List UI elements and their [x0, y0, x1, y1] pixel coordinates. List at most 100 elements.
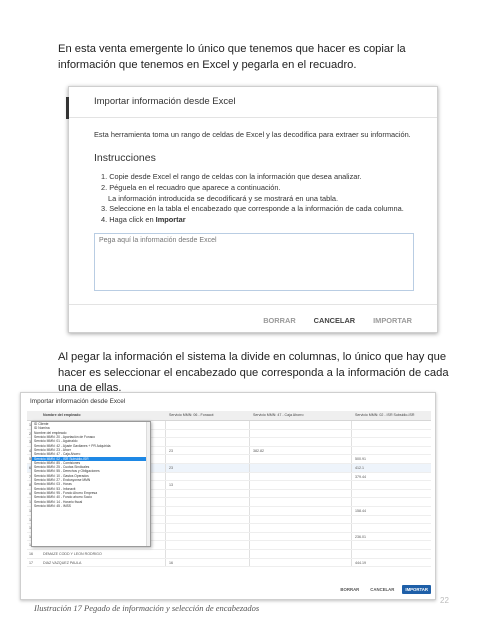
row-number: 17: [29, 560, 33, 565]
instructions-heading: Instrucciones: [94, 152, 156, 164]
table-cell: 16: [169, 560, 173, 565]
dialog-actions: BORRAR CANCELAR IMPORTAR: [258, 313, 417, 328]
column-separator: [249, 481, 250, 489]
column-separator: [165, 558, 166, 567]
column-separator: [351, 421, 352, 429]
header-dropdown-list[interactable]: ID Cliente ID Nomina Nombre del empleado Se…: [31, 421, 151, 547]
column-separator: [351, 429, 352, 438]
footer-divider: [69, 304, 437, 305]
table-row: 17 DIAZ VAZQUEZ PAULA 16 444.19: [27, 558, 431, 568]
column-separator: [249, 472, 250, 481]
column-separator: [165, 438, 166, 446]
step-4: 4. Haga click en Importar: [101, 215, 404, 226]
column-separator: [249, 438, 250, 446]
header-select-col2[interactable]: Servicio MMN: 06 - Fonacot: [169, 413, 214, 417]
column-separator: [351, 463, 352, 472]
table-cell: DIAZ VAZQUEZ PAULA: [43, 560, 82, 565]
row-number: 16: [29, 551, 33, 556]
import-button[interactable]: IMPORTAR: [402, 585, 431, 594]
dialog-title: Importar información desde Excel: [94, 96, 236, 107]
table-cell: 379.44: [355, 474, 366, 479]
dialog-intro-text: Esta herramienta toma un rango de celdas…: [94, 130, 411, 139]
column-separator: [249, 524, 250, 532]
clear-button[interactable]: BORRAR: [258, 313, 300, 328]
import-button[interactable]: IMPORTAR: [368, 313, 417, 328]
column-separator: [165, 446, 166, 455]
column-separator: [165, 549, 166, 558]
table-cell: 13: [169, 483, 173, 488]
table-cell: 23: [169, 448, 173, 453]
column-separator: [351, 446, 352, 455]
dialog-actions: BORRAR CANCELAR IMPORTAR: [337, 585, 431, 594]
header-select-col1[interactable]: Nombre del empleado: [43, 413, 81, 417]
column-separator: [165, 472, 166, 481]
column-separator: [165, 506, 166, 515]
header-select-col3[interactable]: Servicio MMN: 47 - Caja Ahorro: [253, 413, 304, 417]
step-3: 3. Seleccione en la tabla el encabezado …: [101, 204, 404, 214]
table-cell: 382.82: [253, 448, 264, 453]
column-separator: [351, 455, 352, 463]
explanation-paragraph: Al pegar la información el sistema la di…: [58, 351, 449, 394]
column-separator: [351, 541, 352, 549]
column-separator: [249, 515, 250, 524]
figure-caption: Ilustración 17 Pegado de información y s…: [34, 603, 260, 613]
step-2: 2. Péguela en el recuadro que aparece a …: [101, 182, 281, 192]
column-separator: [165, 481, 166, 489]
column-separator: [351, 498, 352, 506]
column-separator: [165, 532, 166, 541]
column-separator: [249, 455, 250, 463]
column-separator: [249, 532, 250, 541]
column-separator: [351, 515, 352, 524]
dropdown-scrollbar[interactable]: [146, 422, 150, 546]
table-cell: 444.19: [355, 560, 366, 565]
column-separator: [249, 463, 250, 472]
step-4-bold: Importar: [155, 215, 186, 225]
step-2-note: La información introducida se decodifica…: [108, 193, 339, 203]
column-separator: [165, 421, 166, 429]
column-separator: [165, 498, 166, 506]
table-cell: 236.01: [355, 534, 366, 539]
clear-button[interactable]: BORRAR: [337, 585, 362, 594]
cancel-button[interactable]: CANCELAR: [367, 585, 397, 594]
import-table-screenshot: Importar información desde Excel Nombre …: [20, 392, 436, 600]
column-separator: [165, 489, 166, 498]
table-row: 16 DEMAZE CODD Y LEON RODRIGO: [27, 549, 431, 559]
column-separator: [249, 429, 250, 438]
column-separator: [249, 506, 250, 515]
column-separator: [249, 421, 250, 429]
dialog-edge-marker: [66, 97, 69, 119]
table-cell: DEMAZE CODD Y LEON RODRIGO: [43, 551, 102, 556]
column-separator: [249, 489, 250, 498]
column-separator: [165, 429, 166, 438]
cancel-button[interactable]: CANCELAR: [309, 313, 360, 328]
title-divider: [69, 117, 437, 118]
column-separator: [249, 558, 250, 567]
dialog-title: Importar información desde Excel: [30, 398, 126, 405]
import-dialog-screenshot: Importar información desde Excel Esta he…: [66, 86, 438, 333]
dropdown-option[interactable]: Servicio MMN: 45 - IMSS: [32, 504, 150, 508]
column-separator: [351, 532, 352, 541]
column-separator: [165, 463, 166, 472]
column-separator: [165, 455, 166, 463]
column-separator: [351, 481, 352, 489]
table-cell: 158.44: [355, 508, 366, 513]
column-separator: [249, 498, 250, 506]
instructions-list: 1. Copie desde Excel el rango de celdas …: [101, 172, 404, 226]
page-number: 22: [440, 596, 449, 605]
paste-textarea[interactable]: [94, 233, 414, 291]
intro-paragraph: En esta venta emergente lo único que ten…: [58, 43, 406, 71]
column-separator: [165, 524, 166, 532]
step-4-text: 4. Haga click en: [101, 215, 156, 225]
column-separator: [249, 446, 250, 455]
header-select-col4[interactable]: Servicio MMN: 02 - ISR Subsidio-ISR: [355, 413, 415, 417]
column-separator: [165, 515, 166, 524]
column-separator: [351, 489, 352, 498]
column-separator: [351, 506, 352, 515]
column-separator: [351, 558, 352, 567]
table-header: Nombre del empleado Servicio MMN: 06 - F…: [27, 411, 431, 421]
table-cell: 23: [169, 465, 173, 470]
column-separator: [351, 472, 352, 481]
column-separator: [249, 541, 250, 549]
step-1: 1. Copie desde Excel el rango de celdas …: [101, 172, 362, 181]
table-cell: 412.1: [355, 465, 364, 470]
